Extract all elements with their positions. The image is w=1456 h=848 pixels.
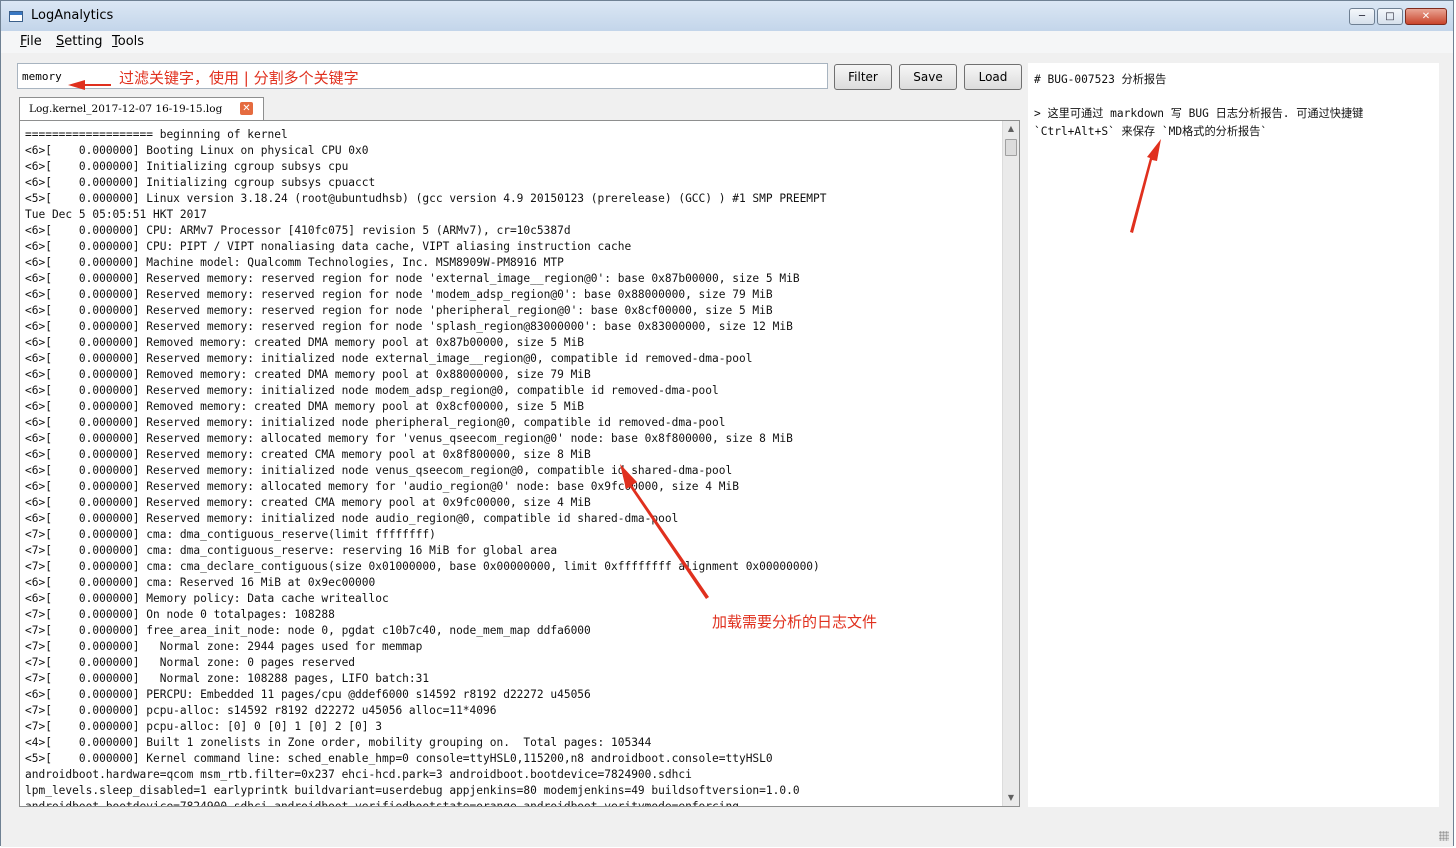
log-file-tab[interactable]: Log.kernel_2017-12-07 16-19-15.log ✕	[19, 97, 264, 120]
search-annotation: 过滤关键字，使用 | 分割多个关键字	[119, 69, 359, 87]
filter-button[interactable]: Filter	[834, 64, 892, 90]
load-annotation: 加载需要分析的日志文件	[712, 613, 878, 631]
close-icon[interactable]: ✕	[1405, 8, 1447, 25]
title-bar: LogAnalytics ─ □ ✕	[1, 1, 1453, 31]
scroll-up-icon[interactable]: ▲	[1003, 121, 1019, 137]
status-bar	[1, 813, 1453, 847]
log-viewer[interactable]: =================== beginning of kernel …	[19, 120, 1020, 807]
tab-label: Log.kernel_2017-12-07 16-19-15.log	[29, 103, 223, 115]
resize-grip-icon[interactable]	[1439, 831, 1449, 841]
markdown-report-editor[interactable]: # BUG-007523 分析报告 > 这里可通过 markdown 写 BUG…	[1028, 63, 1439, 807]
save-button[interactable]: Save	[899, 64, 957, 90]
app-window: LogAnalytics ─ □ ✕ File Setting Tools 过滤…	[0, 0, 1454, 847]
window-controls: ─ □ ✕	[1347, 8, 1447, 25]
scroll-thumb[interactable]	[1005, 139, 1017, 156]
log-content[interactable]: =================== beginning of kernel …	[25, 127, 827, 806]
menu-file[interactable]: File	[20, 34, 42, 49]
load-button[interactable]: Load	[964, 64, 1022, 90]
report-heading: # BUG-007523 分析报告	[1034, 73, 1167, 86]
menu-tools[interactable]: Tools	[112, 34, 144, 49]
app-icon	[9, 11, 23, 22]
minimize-icon[interactable]: ─	[1349, 8, 1375, 25]
vertical-scrollbar[interactable]: ▲ ▼	[1002, 121, 1019, 806]
tab-close-icon[interactable]: ✕	[240, 102, 253, 115]
menu-bar: File Setting Tools	[1, 31, 1453, 53]
window-title: LogAnalytics	[31, 8, 114, 23]
menu-setting[interactable]: Setting	[56, 34, 103, 49]
report-text-line-1: > 这里可通过 markdown 写 BUG 日志分析报告. 可通过快捷键	[1034, 107, 1364, 120]
scroll-down-icon[interactable]: ▼	[1003, 790, 1019, 806]
report-text-line-2: `Ctrl+Alt+S` 来保存 `MD格式的分析报告`	[1034, 125, 1268, 138]
maximize-icon[interactable]: □	[1377, 8, 1403, 25]
